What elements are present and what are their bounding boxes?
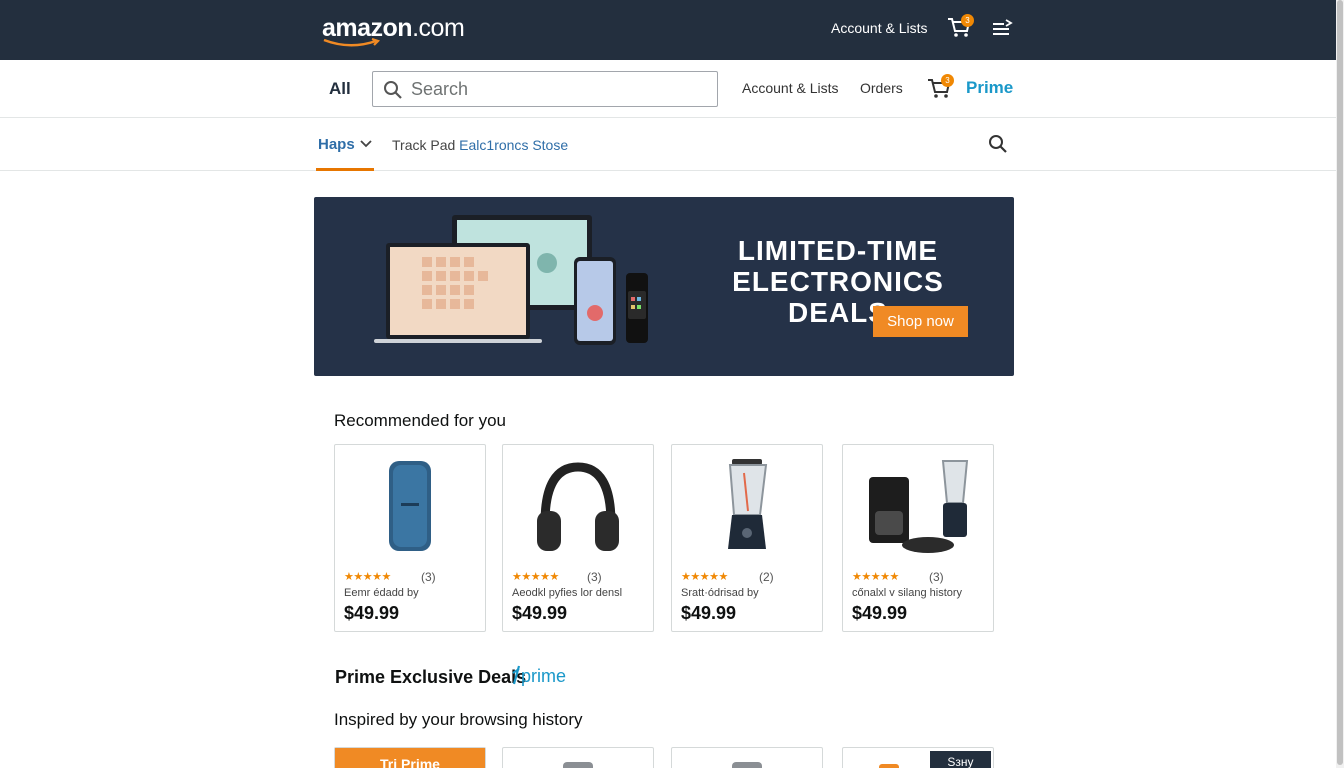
- search-icon: [384, 81, 402, 99]
- top-navigation-bar: amazon.com Account & Lists 3: [0, 0, 1336, 60]
- product-thumbnail-icon: [732, 762, 762, 768]
- account-lists-link[interactable]: Account & Lists: [831, 20, 928, 36]
- search-row: All Account & Lists Orders 3 Prime: [0, 60, 1336, 118]
- deals-banner[interactable]: LIMITED-TIME ELECTRONICS DEALS Shop now: [314, 197, 1014, 376]
- speaker-icon: [389, 461, 431, 551]
- store-title-suffix: s Stose: [521, 137, 569, 153]
- prime-logo: prime: [511, 665, 566, 687]
- browsing-card[interactable]: [671, 747, 823, 768]
- cart-count-badge: 3: [941, 74, 954, 87]
- shop-now-button[interactable]: Shop now: [873, 306, 968, 337]
- product-card[interactable]: ★★★★★ (3) cőnalxl v silang history $49.9…: [842, 444, 994, 632]
- product-thumbnail-icon: [563, 762, 593, 768]
- product-description[interactable]: Sratt·ódrisad by: [681, 587, 759, 599]
- try-prime-button[interactable]: Tri Prime: [335, 748, 485, 768]
- blender-icon: [728, 459, 768, 549]
- account-lists-link-secondary[interactable]: Account & Lists: [742, 80, 839, 96]
- menu-button[interactable]: [991, 18, 1013, 38]
- rating-stars: ★★★★★: [681, 571, 728, 583]
- search-box[interactable]: [372, 71, 718, 107]
- rating-stars: ★★★★★: [512, 571, 559, 583]
- banner-title-line1: LIMITED-TIME: [737, 235, 939, 266]
- product-price: $49.99: [852, 603, 908, 623]
- product-price: $49.99: [344, 603, 400, 623]
- review-count[interactable]: (2): [759, 570, 774, 584]
- all-departments-button[interactable]: All: [329, 79, 351, 99]
- product-description[interactable]: Eemr édadd by: [344, 587, 419, 599]
- store-subnav: Haps Track Pad Ealc1roncs Stose: [0, 118, 1336, 171]
- store-title-prefix: Track Pad: [392, 137, 460, 153]
- prime-check-icon: [512, 665, 521, 685]
- amazon-logo[interactable]: amazon.com: [322, 14, 465, 47]
- orders-link[interactable]: Orders: [860, 80, 903, 96]
- review-count[interactable]: (3): [421, 570, 436, 584]
- review-count[interactable]: (3): [929, 570, 944, 584]
- chevron-down-icon: [360, 140, 372, 148]
- review-count[interactable]: (3): [587, 570, 602, 584]
- subnav-home-tab[interactable]: Haps: [316, 118, 374, 171]
- cart-button[interactable]: 3: [947, 14, 974, 40]
- store-search-button[interactable]: [988, 134, 1008, 154]
- store-title-highlight: Ealc1ronc: [459, 137, 522, 153]
- menu-arrow-icon: [993, 19, 1013, 35]
- product-price: $49.99: [681, 603, 737, 623]
- prime-deals-title: Prime Exclusive Deals: [335, 667, 527, 687]
- product-card[interactable]: ★★★★★ (2) Sratt·ódrisad by $49.99: [671, 444, 823, 632]
- page-scrollbar-thumb[interactable]: [1337, 0, 1343, 765]
- recommended-section-title: Recommended for you: [334, 411, 506, 430]
- browsing-card[interactable]: [502, 747, 654, 768]
- product-price: $49.99: [512, 603, 568, 623]
- store-title-link[interactable]: Track Pad Ealc1roncs Stose: [392, 137, 568, 153]
- product-description[interactable]: Aeodkl pyfies lor densl: [512, 587, 622, 599]
- product-description[interactable]: cőnalxl v silang history: [852, 587, 962, 599]
- search-input[interactable]: [411, 75, 711, 103]
- logo-suffix: .com: [412, 14, 465, 42]
- prime-logo-text: prime: [521, 666, 567, 686]
- search-icon: [989, 135, 1007, 153]
- cart-button-secondary[interactable]: 3: [927, 74, 954, 101]
- rating-stars: ★★★★★: [852, 571, 899, 583]
- rating-stars: ★★★★★: [344, 571, 391, 583]
- prime-link[interactable]: Prime: [966, 78, 1013, 98]
- inspired-section-title: Inspired by your browsing history: [334, 710, 583, 729]
- product-card[interactable]: ★★★★★ (3) Aeodkl pyfies lor densl $49.99: [502, 444, 654, 632]
- product-card[interactable]: ★★★★★ (3) Eemr édadd by $49.99: [334, 444, 486, 632]
- smile-arrow-icon: [323, 38, 381, 47]
- subnav-home-label: Haps: [318, 136, 355, 153]
- devices-illustration: [374, 215, 648, 345]
- headphones-icon: [537, 462, 619, 551]
- deal-tag: Sзну: [930, 751, 991, 768]
- cart-count-badge: 3: [961, 14, 974, 27]
- coffee-maker-icon: [869, 460, 969, 553]
